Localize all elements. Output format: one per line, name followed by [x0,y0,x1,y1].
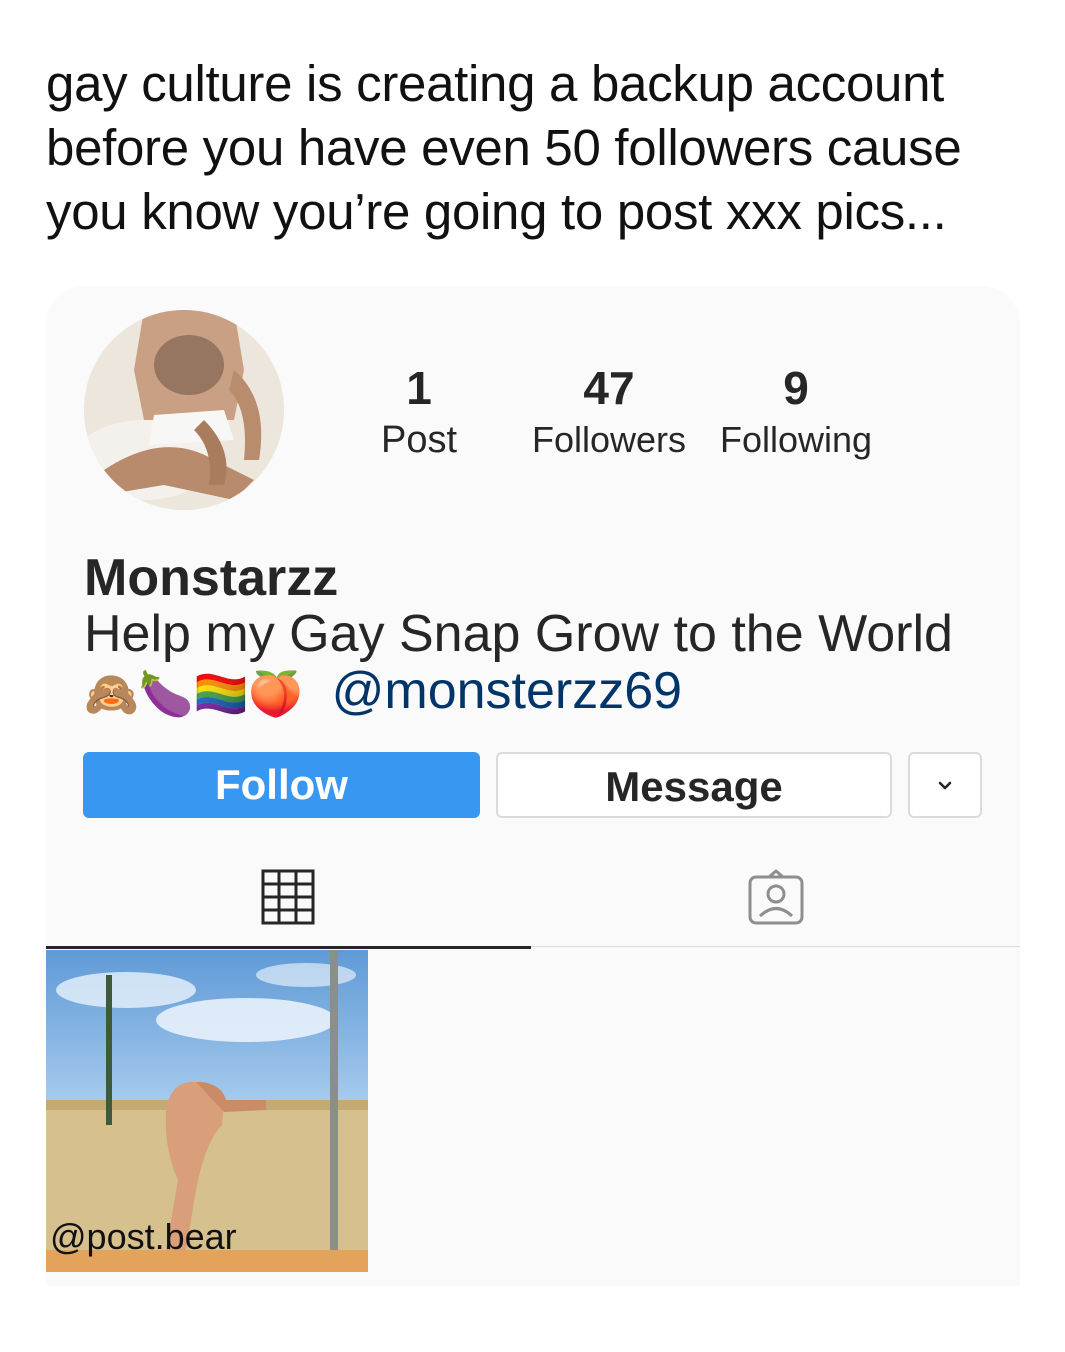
profile-avatar[interactable] [84,310,284,510]
stat-followers[interactable]: 47 Followers [514,362,704,462]
bio-text: Help my Gay Snap Grow to the World [84,605,953,663]
bio-emojis: 🙈🍆🏳️‍🌈🍑 [84,669,304,719]
stat-following-count: 9 [783,362,809,414]
message-button[interactable]: Message [496,752,892,818]
post-thumbnail[interactable]: @post.bear [46,950,368,1272]
stat-following-label: Following [719,419,873,460]
stat-followers-count: 47 [583,362,635,414]
more-options-button[interactable] [908,752,982,818]
profile-bio: Help my Gay Snap Grow to the World 🙈🍆🏳️‍… [84,606,984,723]
post-overlay-text: @post.bear [50,1216,237,1257]
meme-caption: gay culture is creating a backup account… [46,55,962,240]
stat-posts-count: 1 [406,362,432,414]
grid-icon [261,869,315,925]
follow-button[interactable]: Follow [83,752,480,818]
stat-followers-label: Followers [531,419,687,460]
profile-card: 1 Post 47 Followers 9 Following Monstarz… [46,286,1020,1286]
stat-posts[interactable]: 1 Post [364,362,474,462]
chevron-down-icon [938,781,952,790]
tab-tagged[interactable] [531,861,1020,947]
tab-posts-grid[interactable] [46,861,531,949]
profile-username: Monstarzz [84,549,339,607]
stat-following[interactable]: 9 Following [706,362,886,462]
stat-posts-label: Post [380,419,458,461]
bio-mention-link[interactable]: @monsterzz69 [332,662,682,720]
tagged-icon [748,869,804,925]
